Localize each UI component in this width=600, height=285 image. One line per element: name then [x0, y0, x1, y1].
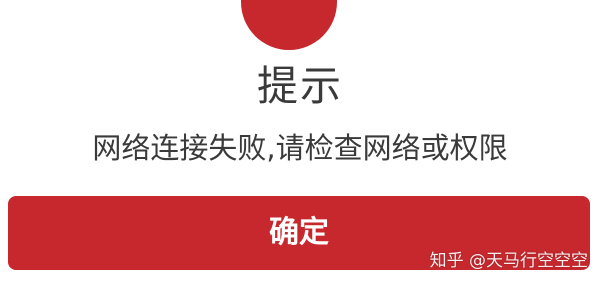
dialog-title: 提示: [257, 62, 343, 110]
signal-glyph-icon: [265, 0, 313, 8]
watermark-text: 知乎 @天马行空空空: [429, 251, 588, 271]
alert-dialog: 提示 网络连接失败,请检查网络或权限 确定 知乎 @天马行空空空: [0, 0, 600, 285]
error-wifi-icon: [241, 0, 337, 50]
dialog-message: 网络连接失败,请检查网络或权限: [92, 131, 508, 165]
